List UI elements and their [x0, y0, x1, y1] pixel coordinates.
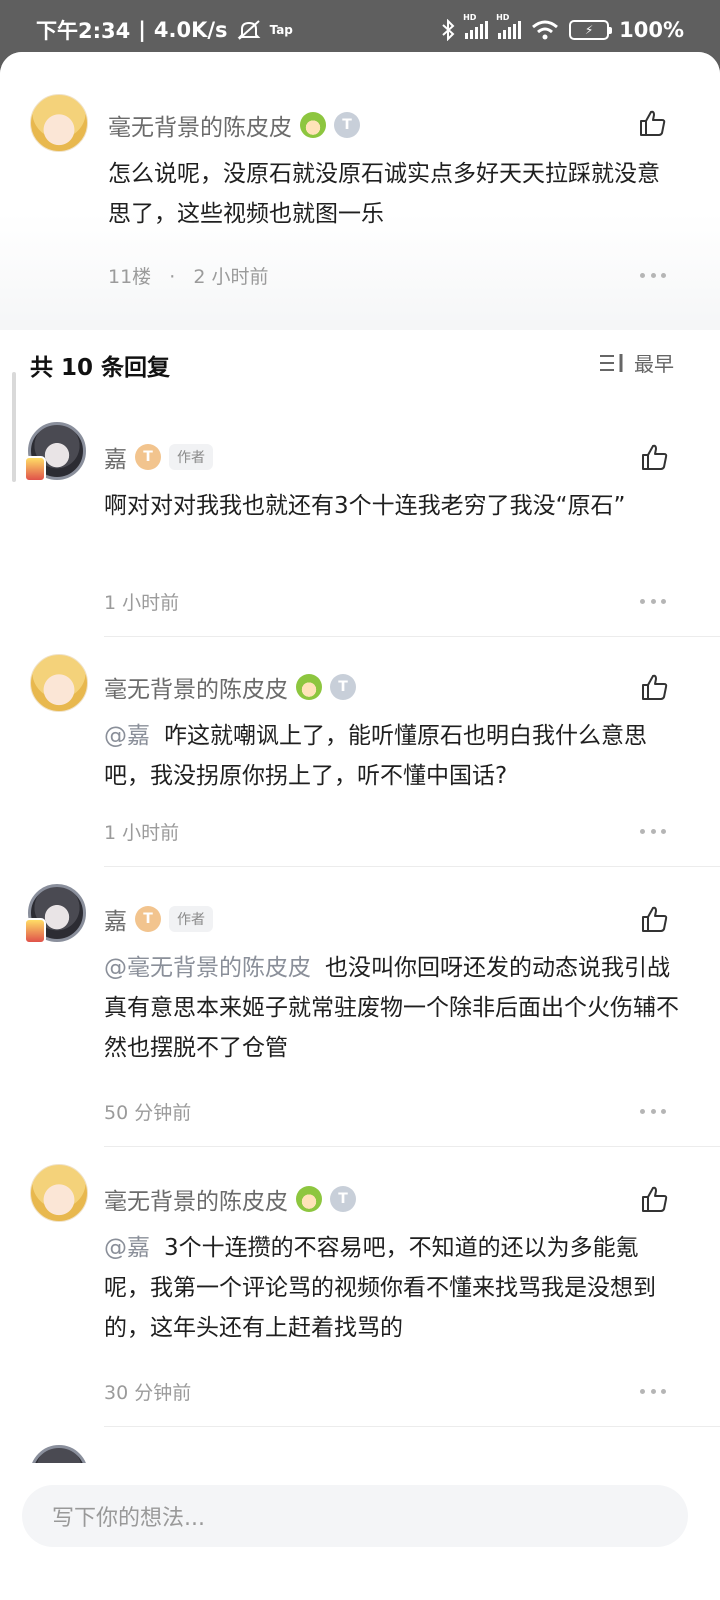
character-badge-icon	[296, 1186, 322, 1212]
mention-link[interactable]: @毫无背景的陈皮皮	[104, 955, 311, 981]
battery-icon: ⚡	[569, 20, 613, 40]
comment-sheet: 毫无背景的陈皮皮 T 怎么说呢，没原石就没原石诚实点多好天天拉踩就没意思了，这些…	[0, 52, 720, 1600]
comment-time: 2 小时前	[193, 266, 269, 288]
network-speed: 4.0K/s	[153, 18, 228, 42]
like-icon[interactable]	[638, 108, 668, 138]
sort-icon	[600, 353, 623, 372]
mute-icon	[237, 20, 260, 40]
avatar[interactable]	[30, 1164, 88, 1222]
reply-body: 咋这就嘲讽上了，能听懂原石也明白我什么意思吧，我没拐原你拐上了，听不懂中国话?	[104, 723, 647, 789]
reply-author[interactable]: 毫无背景的陈皮皮 T	[104, 1182, 356, 1216]
avatar[interactable]	[30, 94, 88, 152]
avatar[interactable]	[30, 654, 88, 712]
floor-number: 11楼	[108, 266, 152, 288]
reply-author[interactable]: 毫无背景的陈皮皮 T	[104, 670, 356, 704]
level-badge-icon: T	[135, 444, 161, 470]
like-icon[interactable]	[640, 672, 670, 702]
comment-composer: 写下你的想法...	[0, 1463, 720, 1600]
like-icon[interactable]	[640, 904, 670, 934]
comment-text: 怎么说呢，没原石就没原石诚实点多好天天拉踩就没意思了，这些视频也就图一乐	[108, 161, 660, 227]
author-name: 毫无背景的陈皮皮	[104, 1189, 288, 1215]
character-badge-icon	[300, 112, 326, 138]
more-options-icon[interactable]	[640, 1106, 666, 1116]
author-name: 嘉	[104, 447, 127, 473]
author-name: 嘉	[104, 909, 127, 935]
replies-count-title: 共 10 条回复	[30, 355, 171, 381]
more-options-icon[interactable]	[640, 596, 666, 606]
tap-app-label: Tap	[269, 23, 293, 37]
avatar-frame-decoration-icon	[24, 456, 46, 482]
more-options-icon[interactable]	[640, 270, 666, 280]
author-name: 毫无背景的陈皮皮	[104, 677, 288, 703]
sort-label: 最早	[634, 352, 674, 376]
mention-link[interactable]: @嘉	[104, 723, 150, 749]
status-bar: 下午2:34 | 4.0K/s Tap HD HD ⚡ 100%	[0, 0, 720, 60]
battery-percent: 100%	[619, 18, 684, 42]
reply-author[interactable]: 嘉 T 作者	[104, 902, 213, 936]
reply-text: 啊对对对我我也就还有3个十连我老穷了我没“原石”	[104, 493, 626, 519]
more-options-icon[interactable]	[640, 826, 666, 836]
sort-button[interactable]: 最早	[598, 348, 674, 377]
level-badge-icon: T	[330, 674, 356, 700]
character-badge-icon	[296, 674, 322, 700]
comment-author[interactable]: 毫无背景的陈皮皮 T	[108, 108, 360, 142]
reply-text: @毫无背景的陈皮皮 也没叫你回呀还发的动态说我引战真有意思本来姬子就常驻废物一个除…	[104, 948, 684, 1068]
author-name: 毫无背景的陈皮皮	[108, 115, 292, 141]
reply-author[interactable]: 嘉 T 作者	[104, 440, 213, 474]
divider	[104, 636, 720, 637]
reply-time: 30 分钟前	[104, 1382, 192, 1404]
comment-meta: 11楼 · 2 小时前	[108, 266, 269, 288]
wifi-icon	[532, 20, 559, 40]
status-left: 下午2:34 | 4.0K/s Tap	[36, 15, 293, 45]
reply-text: @嘉 咋这就嘲讽上了，能听懂原石也明白我什么意思吧，我没拐原你拐上了，听不懂中国话…	[104, 716, 678, 796]
status-right: HD HD ⚡ 100%	[441, 13, 684, 42]
divider	[104, 1426, 720, 1427]
main-comment: 毫无背景的陈皮皮 T 怎么说呢，没原石就没原石诚实点多好天天拉踩就没意思了，这些…	[0, 52, 720, 320]
mention-link[interactable]: @嘉	[104, 1235, 150, 1261]
divider	[104, 1146, 720, 1147]
more-options-icon[interactable]	[640, 1386, 666, 1396]
divider	[104, 866, 720, 867]
level-badge-icon: T	[330, 1186, 356, 1212]
reply-body: 3个十连攒的不容易吧，不知道的还以为多能氪呢，我第一个评论骂的视频你看不懂来找骂…	[104, 1235, 656, 1341]
section-divider	[0, 320, 720, 330]
signal-icon-2: HD	[496, 13, 522, 39]
level-badge-icon: T	[135, 906, 161, 932]
bluetooth-icon	[442, 19, 455, 41]
level-badge-icon: T	[334, 112, 360, 138]
author-tag: 作者	[169, 444, 213, 470]
comment-input[interactable]: 写下你的想法...	[22, 1485, 688, 1547]
author-tag: 作者	[169, 906, 213, 932]
like-icon[interactable]	[640, 442, 670, 472]
reply-time: 1 小时前	[104, 592, 180, 614]
like-icon[interactable]	[640, 1184, 670, 1214]
signal-icon-1: HD	[463, 13, 489, 39]
reply-time: 50 分钟前	[104, 1102, 192, 1124]
reply-text: @嘉 3个十连攒的不容易吧，不知道的还以为多能氪呢，我第一个评论骂的视频你看不懂来…	[104, 1228, 684, 1348]
status-time: 下午2:34	[36, 19, 131, 43]
avatar-frame-decoration-icon	[24, 918, 46, 944]
scroll-indicator	[12, 372, 16, 482]
reply-time: 1 小时前	[104, 822, 180, 844]
